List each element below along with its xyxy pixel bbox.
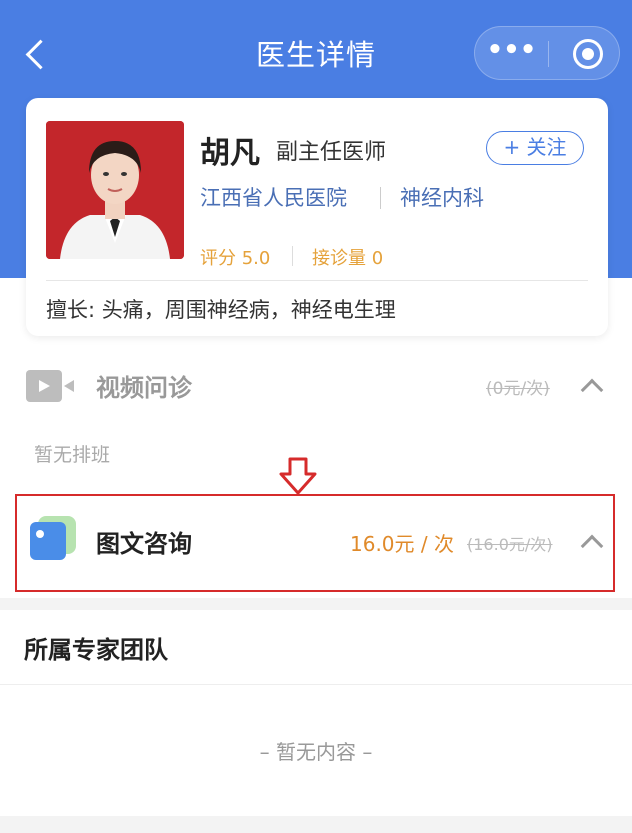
rating-stat: 评分 5.0: [200, 248, 271, 269]
close-target-icon[interactable]: [573, 39, 603, 69]
section-gap: [0, 598, 632, 610]
video-consult-label[interactable]: 视频问诊: [96, 368, 192, 403]
doctor-name: 胡凡: [200, 136, 260, 171]
follow-button[interactable]: + 关注: [486, 131, 584, 165]
section-gap: [0, 816, 632, 833]
section-divider: [0, 684, 632, 685]
doctor-card: 胡凡 副主任医师 + 关注 江西省人民医院 神经内科 评分 5.0 接诊量 0 …: [26, 98, 608, 336]
specialty-text: 擅长: 头痛，周围神经病，神经电生理: [46, 298, 396, 322]
hospital-name: 江西省人民医院: [200, 186, 347, 210]
video-camera-icon: [26, 370, 76, 402]
highlight-box: [15, 494, 615, 592]
arrow-down-icon: [279, 457, 317, 495]
video-consult-price: (0元/次): [486, 379, 550, 399]
menu-capsule: •••: [474, 26, 620, 80]
visits-stat: 接诊量 0: [312, 248, 384, 269]
doctor-title: 副主任医师: [276, 140, 387, 165]
chevron-up-icon[interactable]: [580, 378, 604, 402]
capsule-divider: [548, 41, 549, 67]
no-schedule-text: 暂无排班: [34, 444, 111, 466]
department-name: 神经内科: [400, 186, 484, 210]
empty-content-text: – 暂无内容 –: [259, 740, 373, 764]
card-divider: [46, 280, 588, 281]
more-icon[interactable]: •••: [475, 27, 548, 81]
team-section-title: 所属专家团队: [24, 636, 168, 664]
info-divider: [380, 187, 381, 209]
stat-divider: [292, 246, 293, 266]
doctor-avatar: [46, 121, 184, 259]
